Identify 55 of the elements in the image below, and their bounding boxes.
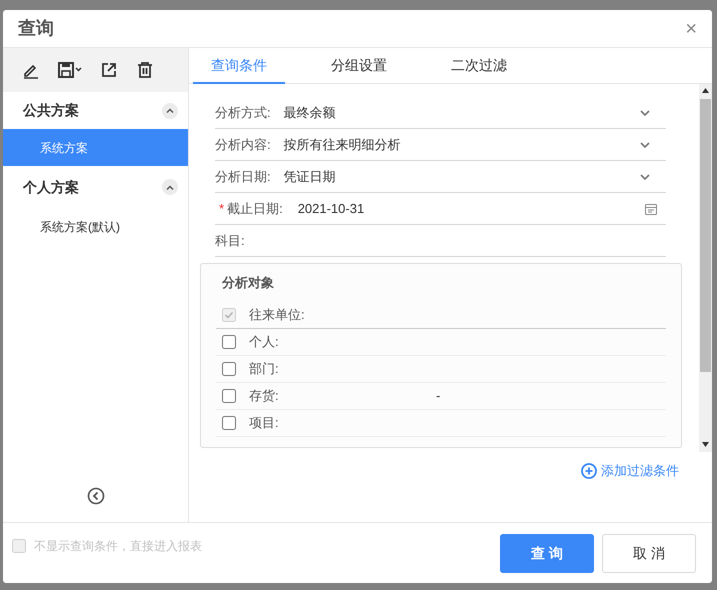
trash-icon[interactable] — [136, 61, 154, 79]
form-field[interactable]: 分析内容: 按所有往来明细分析 — [215, 129, 666, 161]
chevron-up-icon — [166, 184, 174, 190]
query-button[interactable]: 查 询 — [500, 534, 594, 573]
scrollbar[interactable] — [699, 84, 712, 452]
chevron-up-icon — [166, 108, 174, 113]
expand-toggle[interactable] — [162, 102, 178, 118]
chevron-down-icon — [640, 110, 650, 116]
checkbox[interactable] — [222, 362, 236, 376]
close-button[interactable]: × — [685, 18, 697, 38]
export-icon[interactable] — [100, 61, 118, 79]
object-label: 存货: — [249, 386, 280, 405]
chevron-down-icon — [640, 174, 650, 180]
form-field[interactable]: * 截止日期: 2021-10-31 — [215, 193, 666, 225]
scroll-up-icon[interactable] — [702, 88, 709, 93]
field-value: 凭证日期 — [284, 168, 336, 186]
field-label: 截止日期: — [227, 200, 283, 218]
field-value: 2021-10-31 — [298, 200, 364, 218]
dialog-title: 查询 — [18, 17, 54, 40]
scheme-item[interactable]: 系统方案(默认) — [3, 208, 188, 245]
group-title: 个人方案 — [23, 178, 79, 196]
scheme-item[interactable]: 系统方案 — [3, 129, 188, 166]
cancel-button[interactable]: 取 消 — [602, 534, 696, 573]
form-field[interactable]: 科目: — [215, 225, 666, 257]
field-label: 分析内容: — [215, 136, 271, 154]
group-title: 公共方案 — [23, 101, 79, 120]
object-label: 项目: — [249, 414, 280, 432]
panel-title: 分析对象 — [220, 274, 275, 292]
tab[interactable]: 二次过滤 — [433, 48, 525, 84]
checkbox[interactable] — [222, 416, 236, 430]
expand-toggle[interactable] — [162, 179, 178, 195]
object-label: 个人: — [249, 332, 280, 351]
checkbox[interactable] — [222, 334, 236, 348]
calendar-icon[interactable] — [645, 202, 657, 214]
save-icon[interactable] — [57, 61, 83, 79]
object-label: 部门: — [249, 360, 280, 378]
object-label: 往来单位: — [249, 306, 306, 324]
collapse-icon[interactable] — [86, 487, 104, 505]
plus-circle-icon — [581, 462, 597, 479]
field-value: 最终余额 — [284, 104, 336, 122]
checkbox-label: 不显示查询条件，直接进入报表 — [34, 538, 202, 555]
chevron-down-icon — [640, 142, 650, 148]
tab[interactable]: 查询条件 — [193, 48, 285, 84]
checkbox[interactable] — [222, 388, 236, 402]
field-label: 分析日期: — [215, 168, 271, 186]
field-label: 科目: — [215, 232, 245, 250]
required-mark: * — [219, 200, 224, 218]
field-label: 分析方式: — [215, 104, 271, 122]
form-field[interactable]: 分析方式: 最终余额 — [215, 97, 666, 129]
field-value: 按所有往来明细分析 — [284, 136, 401, 154]
add-filter-link[interactable]: 添加过滤条件 — [581, 461, 679, 480]
object-value: - — [436, 386, 440, 405]
scroll-down-icon[interactable] — [702, 442, 709, 447]
tab[interactable]: 分组设置 — [313, 48, 405, 84]
form-field[interactable]: 分析日期: 凭证日期 — [215, 161, 666, 193]
